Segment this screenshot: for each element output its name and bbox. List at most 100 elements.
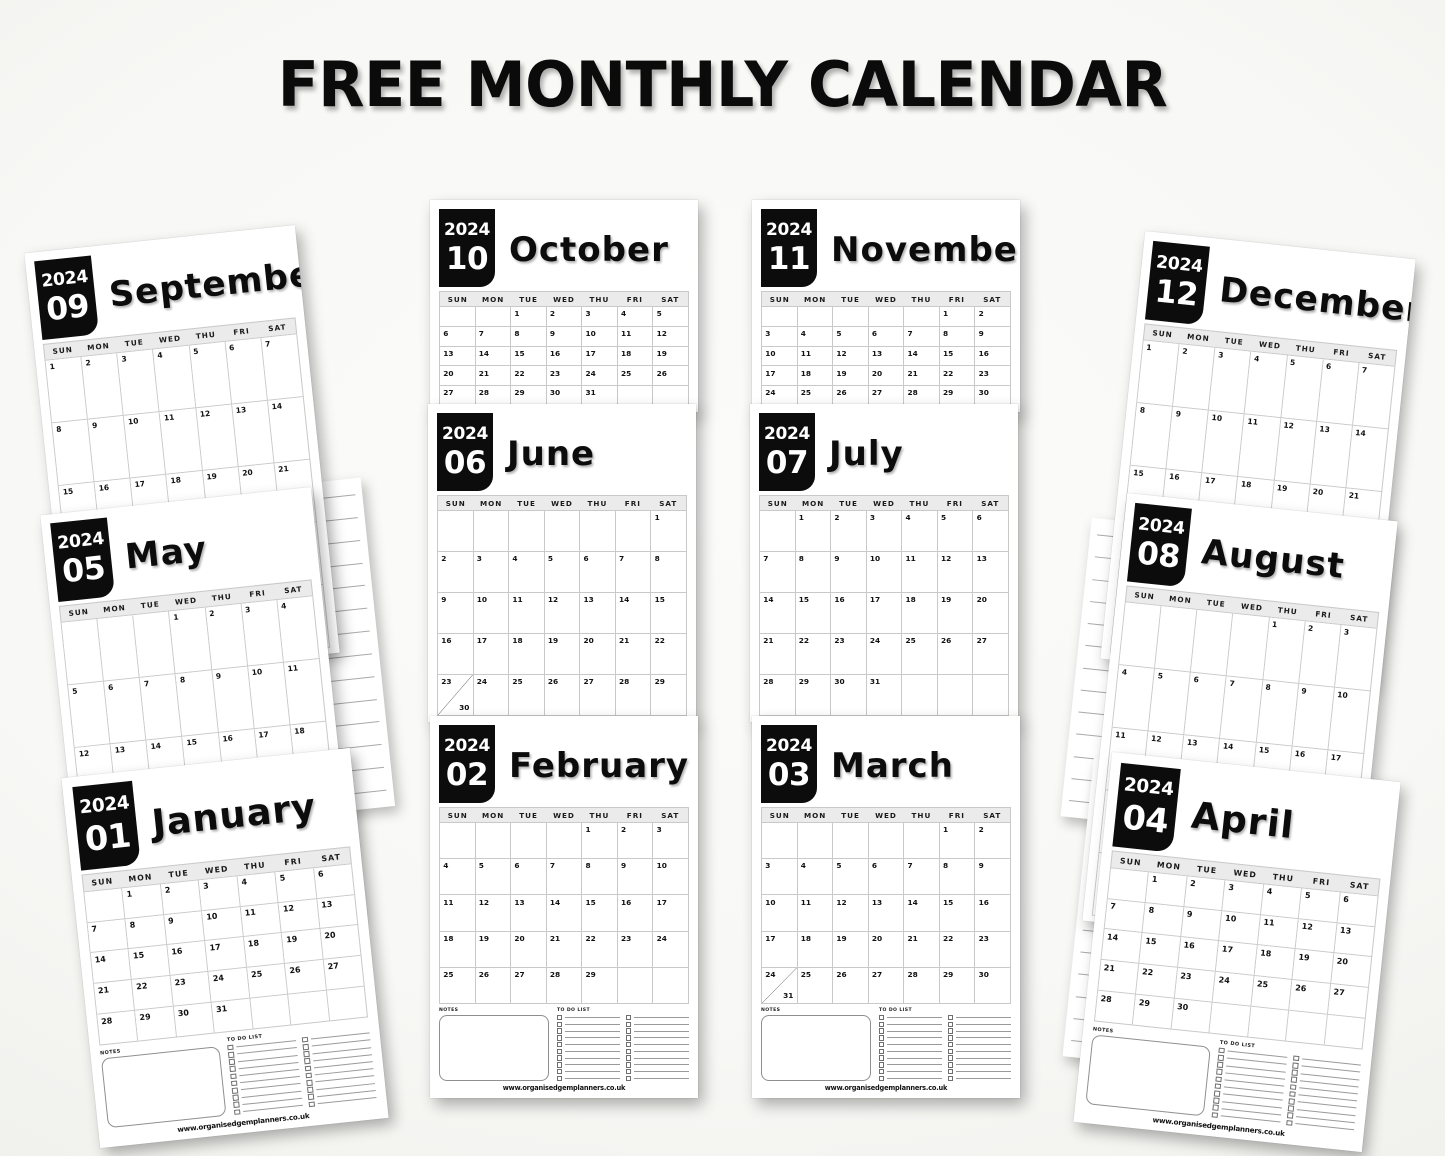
todo-checkbox[interactable] [232, 1087, 239, 1094]
day-cell[interactable]: 17 [205, 937, 247, 973]
todo-item[interactable] [626, 1062, 689, 1068]
day-cell[interactable]: 25 [797, 386, 834, 406]
todo-checkbox[interactable] [879, 1062, 885, 1068]
day-cell[interactable]: 14 [760, 593, 796, 634]
day-cell[interactable]: 13 [1334, 922, 1376, 958]
day-cell[interactable]: 12 [833, 895, 869, 932]
day-cell[interactable]: 19 [282, 929, 324, 965]
day-cell[interactable]: 18 [509, 634, 545, 675]
day-cell[interactable]: 11 [797, 895, 834, 932]
day-cell-empty[interactable] [653, 386, 689, 406]
todo-checkbox[interactable] [228, 1051, 235, 1058]
day-cell[interactable]: 26 [937, 634, 974, 675]
todo-item[interactable] [626, 1055, 689, 1061]
day-cell[interactable]: 17 [762, 366, 798, 387]
day-cell-empty[interactable] [973, 675, 1009, 716]
day-cell[interactable]: 8 [125, 914, 168, 950]
day-cell[interactable]: 4 [277, 595, 320, 663]
day-cell[interactable]: 28 [97, 1011, 139, 1046]
day-cell[interactable]: 7 [1104, 898, 1146, 934]
todo-checkbox[interactable] [1289, 1091, 1296, 1098]
notes-box[interactable] [761, 1015, 871, 1081]
day-cell[interactable]: 2 [438, 552, 474, 593]
todo-checkbox[interactable] [303, 1050, 310, 1058]
day-cell-empty[interactable] [904, 823, 940, 860]
day-cell[interactable]: 16 [975, 895, 1011, 932]
day-cell[interactable]: 26 [475, 967, 512, 1005]
day-cell[interactable]: 16 [831, 593, 867, 634]
todo-item[interactable] [557, 1048, 620, 1055]
todo-checkbox[interactable] [626, 1041, 632, 1048]
day-cell[interactable]: 11 [440, 895, 476, 932]
day-cell[interactable]: 18 [797, 366, 834, 387]
day-cell[interactable]: 31 [866, 675, 903, 716]
day-cell[interactable]: 20 [511, 931, 547, 968]
day-cell[interactable]: 23 [831, 634, 867, 675]
todo-checkbox[interactable] [307, 1093, 315, 1101]
todo-checkbox[interactable] [1218, 1047, 1225, 1054]
day-cell[interactable]: 7 [546, 859, 583, 896]
todo-checkbox[interactable] [308, 1101, 315, 1108]
day-cell[interactable]: 27 [580, 675, 616, 716]
day-cell-empty[interactable] [1209, 1003, 1252, 1038]
day-cell[interactable]: 5 [937, 511, 974, 552]
day-cell[interactable]: 4 [237, 871, 279, 907]
day-cell[interactable]: 24 [582, 366, 618, 387]
day-cell[interactable]: 22 [939, 366, 976, 387]
day-cell[interactable]: 19 [937, 593, 974, 634]
day-cell[interactable]: 20 [868, 366, 905, 387]
todo-checkbox[interactable] [948, 1041, 954, 1048]
day-cell[interactable]: 10 [762, 346, 798, 367]
day-cell[interactable]: 3 [762, 859, 798, 896]
todo-item[interactable] [626, 1068, 689, 1075]
todo-item[interactable] [557, 1075, 620, 1081]
day-cell[interactable]: 19 [475, 931, 512, 968]
day-cell[interactable]: 18 [902, 593, 938, 634]
day-cell[interactable]: 18 [797, 931, 834, 968]
todo-item[interactable] [948, 1041, 1011, 1048]
day-cell[interactable]: 22 [939, 931, 976, 968]
day-cell[interactable]: 13 [868, 346, 905, 367]
day-cell-split[interactable]: 23 30 [438, 675, 474, 716]
todo-checkbox[interactable] [557, 1041, 563, 1048]
todo-checkbox[interactable] [626, 1062, 632, 1068]
day-cell[interactable]: 15 [582, 895, 618, 932]
day-cell[interactable]: 2 [1184, 875, 1226, 911]
todo-item[interactable] [948, 1055, 1011, 1061]
todo-item[interactable] [557, 1028, 620, 1034]
day-cell[interactable]: 1 [795, 511, 832, 552]
day-cell[interactable]: 31 [582, 386, 618, 406]
day-cell[interactable]: 20 [1330, 953, 1373, 989]
todo-item[interactable] [879, 1035, 942, 1041]
day-cell[interactable]: 17 [473, 634, 510, 675]
day-cell[interactable]: 5 [833, 859, 869, 896]
todo-item[interactable] [879, 1068, 942, 1075]
day-cell[interactable]: 5 [1299, 888, 1341, 923]
day-cell[interactable]: 6 [511, 859, 547, 896]
day-cell[interactable]: 24 [653, 931, 689, 968]
day-cell[interactable]: 3 [1334, 624, 1378, 692]
todo-checkbox[interactable] [229, 1065, 237, 1073]
todo-checkbox[interactable] [230, 1073, 237, 1080]
day-cell[interactable]: 27 [323, 956, 366, 991]
day-cell[interactable]: 23 [975, 931, 1011, 968]
day-cell[interactable]: 30 [975, 967, 1011, 1005]
day-cell[interactable]: 13 [440, 346, 476, 367]
day-cell[interactable]: 13 [580, 593, 616, 634]
calendar-sheet-april[interactable]: 2024 04 April SUN MON TUE WED THU FRI SAT 1 2 3 4 5 6 7 8… [1073, 751, 1401, 1153]
day-cell[interactable]: 15 [795, 593, 832, 634]
todo-checkbox[interactable] [1211, 1111, 1219, 1119]
day-cell[interactable]: 26 [833, 386, 869, 406]
day-cell[interactable]: 18 [243, 933, 286, 969]
day-cell[interactable]: 13 [511, 895, 547, 932]
todo-checkbox[interactable] [1288, 1098, 1295, 1105]
todo-item[interactable] [948, 1048, 1011, 1055]
day-cell[interactable]: 29 [511, 386, 547, 406]
day-cell[interactable]: 25 [440, 967, 476, 1005]
day-cell[interactable]: 22 [511, 366, 547, 387]
calendar-sheet-october[interactable]: 2024 10 October SUN MON TUE WED THU FRI SAT 1 2 3 4 5 6… [430, 200, 698, 412]
day-cell-empty[interactable] [615, 511, 652, 552]
day-cell[interactable]: 9 [546, 326, 583, 347]
day-cell[interactable]: 9 [163, 910, 206, 946]
todo-checkbox[interactable] [1293, 1055, 1300, 1062]
